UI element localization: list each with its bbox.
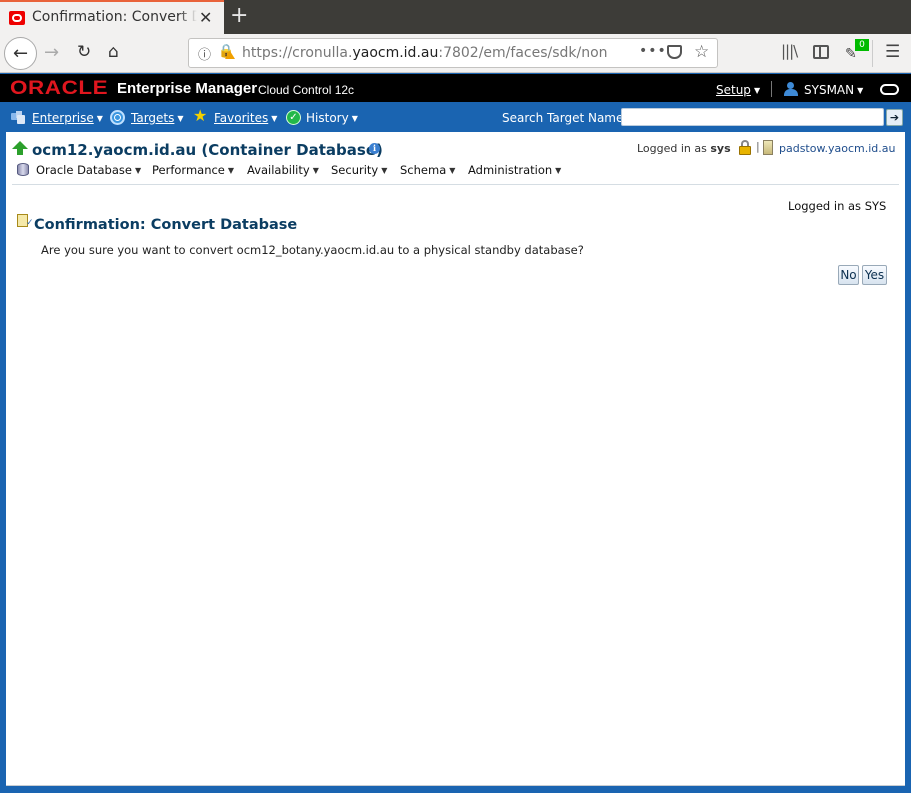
extension-badge: 0 [855, 39, 869, 51]
toolbar-separator [872, 40, 873, 67]
user-icon [783, 82, 799, 96]
host-link[interactable]: padstow.yaocm.id.au [779, 142, 895, 155]
url-text[interactable]: https://cronulla.yaocm.id.au:7802/em/fac… [242, 45, 607, 61]
logged-in-prefix: Logged in as [637, 142, 707, 155]
menu-performance[interactable]: Performance ▼ [152, 163, 234, 177]
menu-schema[interactable]: Schema ▼ [400, 163, 455, 177]
chevron-down-icon: ▼ [857, 86, 864, 95]
sidebar-icon[interactable] [813, 45, 829, 59]
menu-administration[interactable]: Administration ▼ [468, 163, 561, 177]
chevron-down-icon: ▼ [134, 166, 142, 175]
page-actions-icon[interactable]: ••• [639, 43, 667, 59]
nav-label: History [306, 111, 349, 125]
oracle-logo: ORACLE [10, 78, 109, 99]
browser-tab[interactable]: Confirmation: Convert Database ✕ [0, 0, 224, 34]
main-content: ocm12.yaocm.id.au (Container Database) i… [6, 132, 905, 786]
lock-icon [739, 140, 751, 155]
home-button[interactable]: ⌂ [108, 42, 119, 62]
search-target-input[interactable] [621, 108, 884, 126]
chevron-down-icon: ▼ [96, 114, 103, 123]
target-up-arrow-icon [12, 141, 28, 155]
forward-button[interactable]: → [44, 42, 59, 63]
close-tab-icon[interactable]: ✕ [199, 8, 212, 27]
nav-targets[interactable]: Targets ▼ [131, 111, 184, 125]
no-button[interactable]: No [838, 265, 859, 285]
nav-label: Enterprise [32, 111, 94, 125]
header-separator [771, 81, 772, 97]
search-label: Search Target Name [502, 111, 624, 125]
menu-label: Availability [247, 163, 310, 177]
host-server-icon [763, 140, 773, 155]
divider [12, 184, 899, 185]
setup-label: Setup [716, 83, 751, 97]
search-go-button[interactable]: ➔ [886, 109, 903, 126]
url-domain: yaocm.id.au [352, 45, 439, 61]
site-info-icon[interactable]: ⓘ [198, 44, 211, 63]
library-icon[interactable]: |||\ [781, 42, 798, 60]
reload-button[interactable]: ↻ [77, 42, 91, 62]
yes-button[interactable]: Yes [862, 265, 887, 285]
nav-favorites[interactable]: Favorites ▼ [214, 111, 277, 125]
page-title: Confirmation: Convert Database [34, 217, 298, 233]
url-bar[interactable]: ⓘ 🔒 https://cronulla.yaocm.id.au:7802/em… [188, 38, 718, 68]
menu-availability[interactable]: Availability ▼ [247, 163, 319, 177]
menu-label: Oracle Database [36, 163, 132, 177]
menu-label: Security [331, 163, 379, 177]
tab-title: Confirmation: Convert Database [32, 9, 197, 25]
chevron-down-icon: ▼ [381, 166, 388, 175]
menu-label: Schema [400, 163, 447, 177]
logged-in-status: Logged in as sys [637, 142, 731, 155]
info-icon[interactable]: i [369, 143, 380, 154]
enterprise-icon [11, 110, 26, 125]
logged-in-as-sys: Logged in as SYS [788, 199, 887, 213]
nav-label: Favorites [214, 111, 269, 125]
menu-label: Administration [468, 163, 553, 177]
history-icon: ✓ [286, 110, 301, 125]
target-title: ocm12.yaocm.id.au (Container Database) [32, 141, 383, 159]
oracle-favicon-icon [9, 11, 25, 25]
nav-enterprise[interactable]: Enterprise ▼ [32, 111, 103, 125]
browser-tab-bar: Confirmation: Convert Database ✕ + [0, 0, 911, 34]
browser-toolbar: ← → ↻ ⌂ ⓘ 🔒 https://cronulla.yaocm.id.au… [0, 34, 911, 73]
chevron-down-icon: ▼ [271, 114, 278, 123]
star-icon: ★ [193, 106, 208, 125]
setup-menu[interactable]: Setup ▼ [716, 83, 760, 97]
nav-history[interactable]: History ▼ [306, 111, 358, 125]
hamburger-menu-icon[interactable]: ☰ [885, 42, 900, 62]
menu-security[interactable]: Security ▼ [331, 163, 387, 177]
chevron-down-icon: ▼ [753, 86, 761, 95]
pocket-icon[interactable] [667, 45, 682, 59]
chevron-down-icon: ▼ [555, 166, 562, 175]
targets-icon [110, 110, 125, 125]
user-label: SYSMAN [804, 83, 855, 97]
chevron-down-icon: ▼ [449, 166, 456, 175]
warning-icon [225, 51, 235, 59]
oracle-ring-icon[interactable] [880, 84, 899, 95]
bookmark-star-icon[interactable]: ☆ [694, 42, 709, 62]
global-nav: Enterprise ▼ Targets ▼ ★ Favorites ▼ ✓ Hist… [0, 102, 911, 132]
chevron-down-icon: ▼ [177, 114, 184, 123]
chevron-down-icon: ▼ [312, 166, 319, 175]
product-edition: Cloud Control 12c [258, 83, 355, 97]
separator: | [756, 140, 760, 153]
menu-label: Performance [152, 163, 225, 177]
chevron-down-icon: ▼ [351, 114, 358, 123]
new-tab-button[interactable]: + [230, 3, 248, 28]
confirmation-icon [17, 214, 34, 228]
logged-in-user: sys [710, 142, 731, 155]
database-icon [17, 163, 29, 176]
url-path: :7802/em/faces/sdk/nonf [438, 45, 607, 61]
product-title: Enterprise Manager [117, 80, 258, 97]
chevron-down-icon: ▼ [227, 166, 235, 175]
user-menu[interactable]: SYSMAN ▼ [804, 83, 863, 97]
nav-label: Targets [131, 111, 175, 125]
back-button[interactable]: ← [4, 37, 37, 70]
confirmation-message: Are you sure you want to convert ocm12_b… [41, 243, 584, 257]
menu-oracle-database[interactable]: Oracle Database ▼ [36, 163, 141, 177]
url-prefix: https://cronulla. [242, 45, 353, 61]
em-header: ORACLE Enterprise Manager Cloud Control … [0, 74, 911, 102]
